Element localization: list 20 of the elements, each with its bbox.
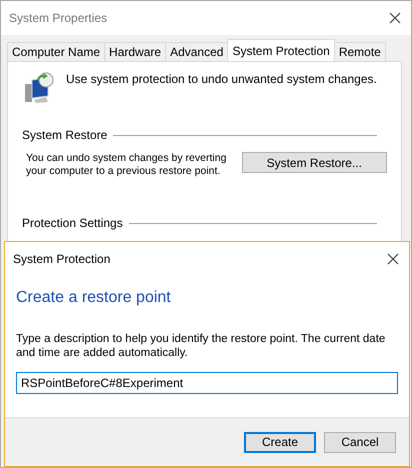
description-text: You can undo system changes by reverting your computer to a previous restore point. <box>26 152 228 178</box>
dialog-button[interactable]: Create <box>244 432 316 452</box>
close-button[interactable] <box>385 250 401 266</box>
dialog-button[interactable]: Cancel <box>324 432 396 452</box>
intro-text: Use system protection to undo unwanted system changes. <box>66 72 377 86</box>
dialog-title: System Protection <box>13 252 110 266</box>
tab[interactable]: System Protection <box>227 39 335 61</box>
close-icon <box>387 252 399 264</box>
group-label: Protection Settings <box>22 216 123 230</box>
dialog-heading: Create a restore point <box>16 289 172 307</box>
tab[interactable]: Computer Name <box>7 42 106 61</box>
close-button[interactable] <box>387 10 403 26</box>
computer-restore-icon <box>24 72 54 104</box>
system-restore-button[interactable]: System Restore... <box>242 152 387 173</box>
close-icon <box>389 12 401 24</box>
tab[interactable]: Remote <box>334 42 386 61</box>
group-label: System Restore <box>22 128 108 142</box>
dialog-description: Type a description to help you identify the restore point. The current date and time are added automatically. <box>16 332 386 360</box>
window-title: System Properties <box>9 11 108 25</box>
description-input[interactable]: RSPointBeforeC#8Experiment <box>16 372 398 394</box>
